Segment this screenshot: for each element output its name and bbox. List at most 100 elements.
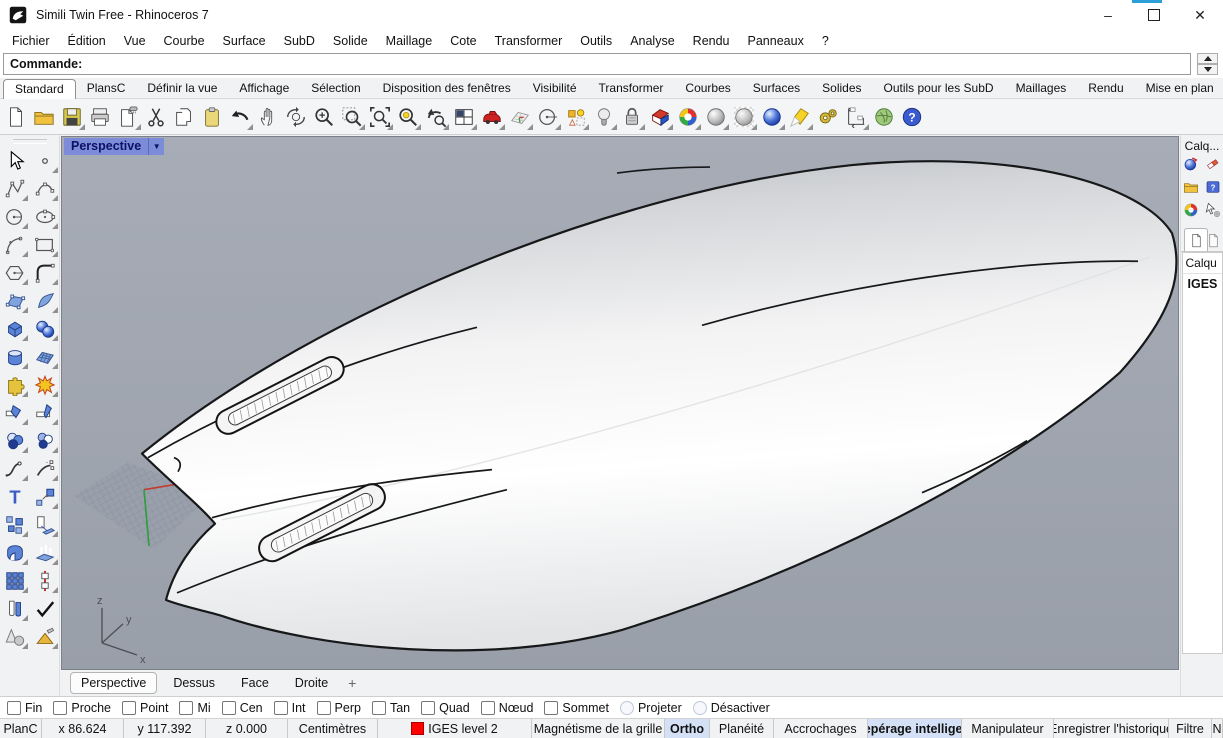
osnap-quad[interactable]: Quad	[421, 701, 470, 715]
view-tab-face[interactable]: Face	[231, 673, 279, 693]
boolean-difference-button[interactable]	[31, 427, 58, 454]
rendered-display-button[interactable]	[759, 102, 785, 131]
offset-surface-button[interactable]	[1, 595, 28, 622]
osnap-fin[interactable]: Fin	[7, 701, 42, 715]
checkbox-icon[interactable]	[620, 701, 634, 715]
checkbox-icon[interactable]	[122, 701, 136, 715]
close-button[interactable]: ✕	[1177, 0, 1223, 30]
sidebar-grip[interactable]	[13, 139, 47, 144]
surface-from-points-button[interactable]	[1, 287, 28, 314]
new-document-button[interactable]	[3, 102, 29, 131]
add-view-tab-button[interactable]: +	[344, 675, 360, 691]
osnap-mi[interactable]: Mi	[179, 701, 210, 715]
shaded-display-flyout-arrow[interactable]	[723, 124, 729, 130]
array-rectangular-flyout-arrow[interactable]	[22, 587, 28, 593]
viewport-menu-dropdown[interactable]: ▼	[148, 138, 164, 155]
pan-view-button[interactable]	[255, 102, 281, 131]
status-pane-z-0-000[interactable]: z 0.000	[206, 719, 288, 738]
toolbar-tab-d-finir-la-vue[interactable]: Définir la vue	[136, 79, 228, 98]
menu-analyse[interactable]: Analyse	[621, 32, 683, 50]
spotlight-button[interactable]	[787, 102, 813, 131]
layer-tools-flyout-arrow[interactable]	[667, 124, 673, 130]
scale-button[interactable]	[31, 483, 58, 510]
split-flyout-arrow[interactable]	[52, 419, 58, 425]
join-flyout-arrow[interactable]	[22, 391, 28, 397]
solid-primitives-button[interactable]	[1, 623, 28, 650]
curve-blend-flyout-arrow[interactable]	[22, 475, 28, 481]
circle-tool-button[interactable]	[535, 102, 561, 131]
toolbar-tab-s-lection[interactable]: Sélection	[300, 79, 371, 98]
rectangle-button[interactable]	[31, 231, 58, 258]
menu-outils[interactable]: Outils	[571, 32, 621, 50]
cplane-setup-flyout-arrow[interactable]	[527, 124, 533, 130]
cut-button[interactable]	[143, 102, 169, 131]
curve-interpolated-flyout-arrow[interactable]	[52, 195, 58, 201]
block-button[interactable]	[1, 511, 28, 538]
status-pane-manipulateur[interactable]: Manipulateur	[962, 719, 1054, 738]
viewport-layout-button[interactable]	[451, 102, 477, 131]
document-cleanup-flyout-arrow[interactable]	[135, 124, 141, 130]
text-button[interactable]: T	[1, 483, 28, 510]
zoom-dynamic-button[interactable]	[311, 102, 337, 131]
ghosted-display-button[interactable]	[731, 102, 757, 131]
osnap-point[interactable]: Point	[122, 701, 169, 715]
scale-flyout-arrow[interactable]	[52, 503, 58, 509]
toolbar-tab-plansc[interactable]: PlansC	[76, 79, 137, 98]
surface-patch-button[interactable]	[31, 287, 58, 314]
trim-flyout-arrow[interactable]	[22, 419, 28, 425]
checkbox-icon[interactable]	[7, 701, 21, 715]
toolbar-tab-outils-pour-les-subd[interactable]: Outils pour les SubD	[873, 79, 1005, 98]
toolbar-tab-visibilit-[interactable]: Visibilité	[522, 79, 588, 98]
mesh-button[interactable]	[31, 343, 58, 370]
curve-extend-button[interactable]	[31, 455, 58, 482]
layers-panel-tab[interactable]	[1184, 228, 1208, 251]
view-tab-droite[interactable]: Droite	[285, 673, 338, 693]
toolbar-tab-maillages[interactable]: Maillages	[1005, 79, 1078, 98]
toolbar-tab-affichage[interactable]: Affichage	[228, 79, 300, 98]
layer-tools-pointer-button[interactable]	[1205, 202, 1222, 221]
boolean-union-flyout-arrow[interactable]	[22, 447, 28, 453]
status-pane-filtre[interactable]: Filtre	[1169, 719, 1212, 738]
circle-tool-flyout-arrow[interactable]	[555, 124, 561, 130]
arc-button[interactable]	[1, 231, 28, 258]
menu-courbe[interactable]: Courbe	[155, 32, 214, 50]
object-visibility-flyout-arrow[interactable]	[611, 124, 617, 130]
viewport-title-label[interactable]: Perspective	[64, 138, 148, 155]
trim-button[interactable]	[1, 399, 28, 426]
menu-cote[interactable]: Cote	[441, 32, 485, 50]
extrude-button[interactable]	[31, 539, 58, 566]
ghosted-display-flyout-arrow[interactable]	[751, 124, 757, 130]
undo-button[interactable]	[227, 102, 253, 131]
menu-fichier[interactable]: Fichier	[3, 32, 59, 50]
curve-extend-flyout-arrow[interactable]	[52, 475, 58, 481]
surfboard-model[interactable]	[142, 161, 1177, 650]
status-pane-ortho[interactable]: Ortho	[665, 719, 710, 738]
cplane-setup-button[interactable]	[507, 102, 533, 131]
menu-help[interactable]: ?	[813, 32, 838, 50]
delete-layer-button[interactable]	[1205, 156, 1222, 175]
command-scroll-down-button[interactable]	[1197, 64, 1218, 75]
extrude-flyout-arrow[interactable]	[52, 559, 58, 565]
polyline-flyout-arrow[interactable]	[22, 195, 28, 201]
toolbar-tab-disposition-des-fen-tres[interactable]: Disposition des fenêtres	[372, 79, 522, 98]
boolean-union-button[interactable]	[1, 427, 28, 454]
checkbox-icon[interactable]	[179, 701, 193, 715]
explode-flyout-arrow[interactable]	[52, 391, 58, 397]
new-layer-button[interactable]	[1183, 156, 1200, 175]
curve-blend-button[interactable]	[1, 455, 28, 482]
osnap-int[interactable]: Int	[274, 701, 306, 715]
check-objects-button[interactable]	[31, 595, 58, 622]
status-pane-x-86-624[interactable]: x 86.624	[42, 719, 124, 738]
mesh-flyout-arrow[interactable]	[52, 363, 58, 369]
selection-filter-button[interactable]	[563, 102, 589, 131]
curve-interpolated-button[interactable]	[31, 175, 58, 202]
layer-color-button[interactable]	[1183, 202, 1200, 221]
offset-surface-flyout-arrow[interactable]	[22, 615, 28, 621]
checkbox-icon[interactable]	[693, 701, 707, 715]
view-tab-perspective[interactable]: Perspective	[70, 672, 157, 694]
checkbox-icon[interactable]	[421, 701, 435, 715]
secondary-panel-tab[interactable]	[1208, 229, 1218, 251]
save-file-button[interactable]	[59, 102, 85, 131]
command-scroll-up-button[interactable]	[1197, 53, 1218, 64]
panel-help-button[interactable]: ?	[1205, 179, 1222, 198]
